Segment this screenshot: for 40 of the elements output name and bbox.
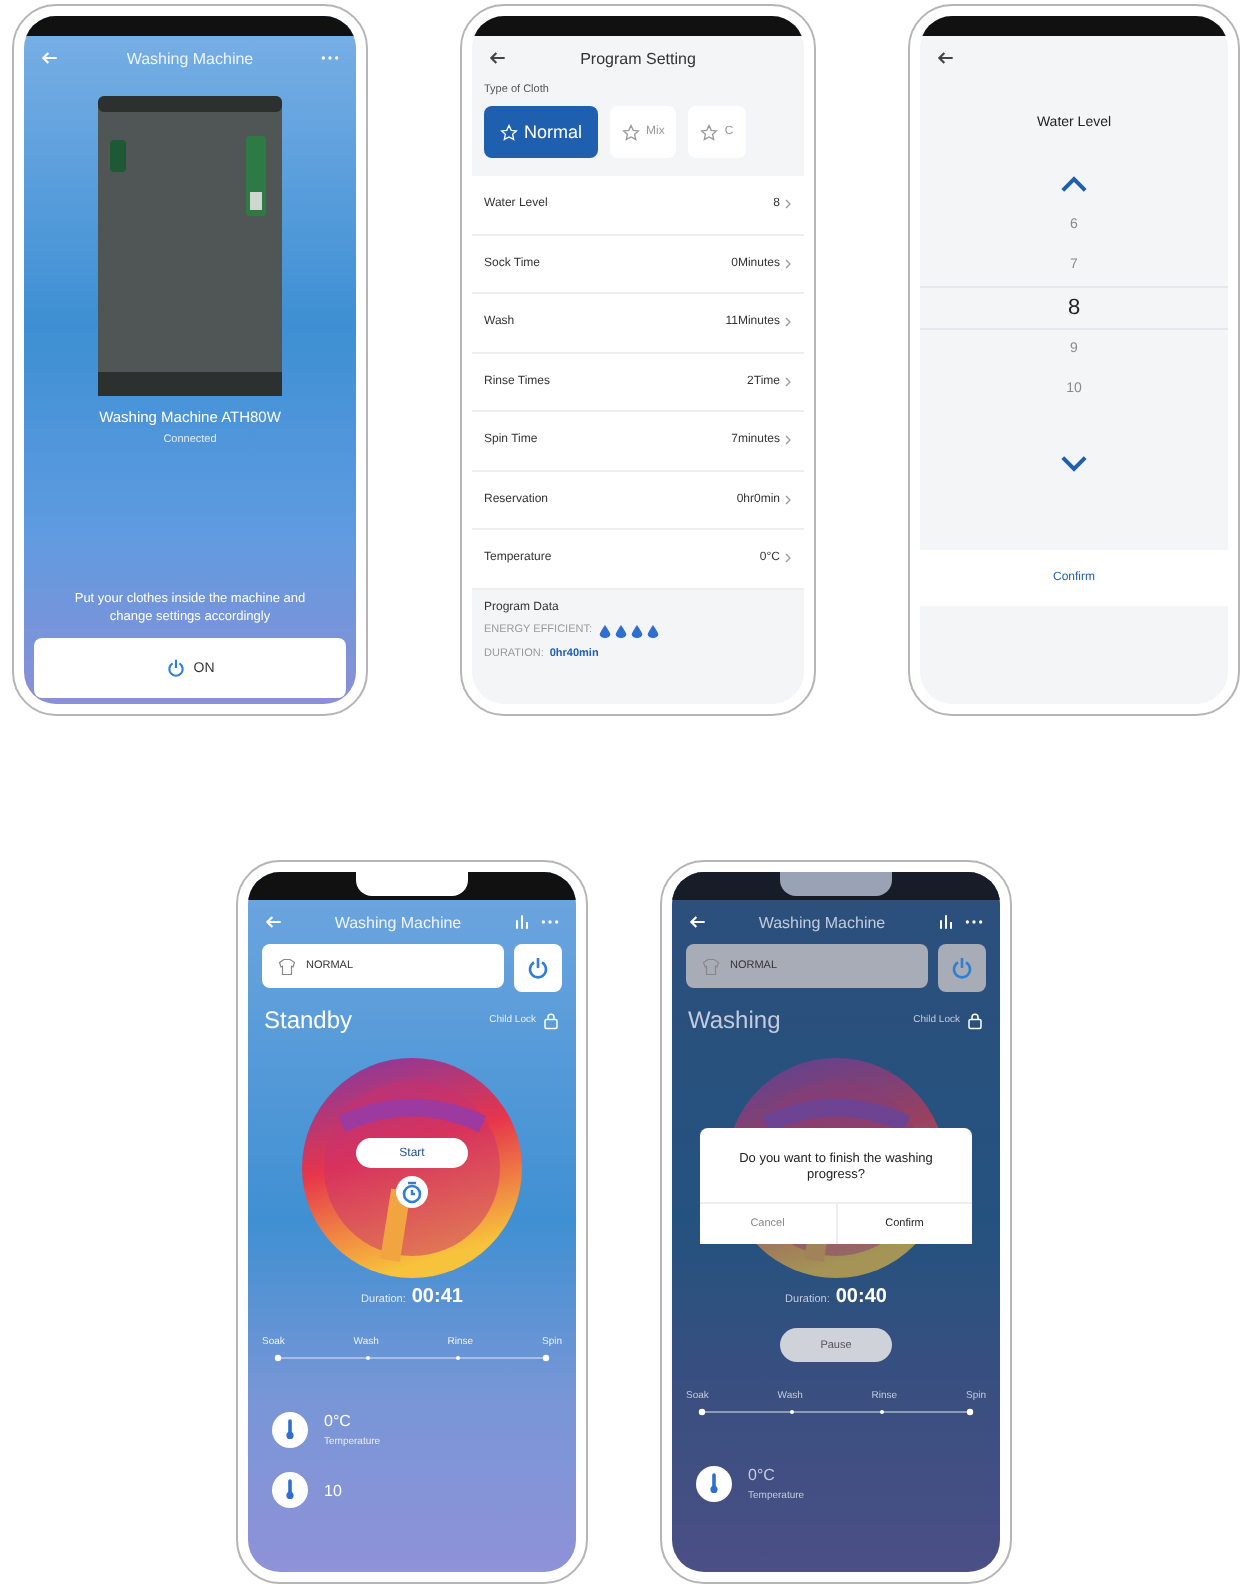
chevron-right-icon	[784, 198, 792, 211]
power-icon	[950, 956, 974, 980]
cloth-icon	[622, 123, 641, 141]
reading-value: 0°C	[748, 1466, 777, 1484]
power-button[interactable]	[514, 944, 562, 992]
chevron-right-icon	[784, 375, 792, 388]
machine-state: Washing	[688, 1006, 783, 1034]
power-button[interactable]	[938, 944, 986, 992]
chevron-down-icon[interactable]	[1058, 454, 1090, 474]
chevron-right-icon	[784, 552, 792, 565]
reading-icon	[272, 1472, 308, 1508]
reading-value: 0°C	[324, 1412, 353, 1430]
chevron-right-icon	[784, 257, 792, 270]
chart-icon[interactable]	[936, 912, 956, 932]
reading-value: 10	[324, 1481, 342, 1499]
level-option[interactable]: 8	[920, 286, 1228, 330]
machine-state: Standby	[264, 1006, 355, 1034]
chevron-right-icon	[784, 316, 792, 329]
screen-title: Program Setting	[578, 49, 698, 67]
back-icon[interactable]	[936, 48, 956, 68]
timer-icon[interactable]	[396, 1176, 428, 1208]
shirt-icon	[702, 957, 720, 975]
duration-time: 00:41	[411, 1286, 463, 1308]
screen-title: Washing Machine	[124, 49, 256, 67]
screen-title: Washing Machine	[756, 913, 888, 931]
cloth-icon	[500, 123, 518, 141]
back-icon[interactable]	[488, 48, 508, 68]
cloth-type-tab[interactable]: Normal	[484, 106, 599, 158]
chevron-up-icon[interactable]	[1058, 174, 1090, 194]
lock-icon[interactable]	[966, 1011, 984, 1029]
power-icon	[165, 658, 186, 678]
chevron-right-icon	[784, 493, 792, 506]
screen-title: Washing Machine	[332, 913, 464, 931]
reading-icon	[696, 1466, 732, 1502]
chevron-right-icon	[784, 434, 792, 447]
power-icon	[526, 956, 550, 980]
reading-icon	[272, 1412, 308, 1448]
duration-time: 00:40	[835, 1286, 887, 1308]
cloth-icon	[700, 123, 719, 141]
shirt-icon	[278, 957, 296, 975]
